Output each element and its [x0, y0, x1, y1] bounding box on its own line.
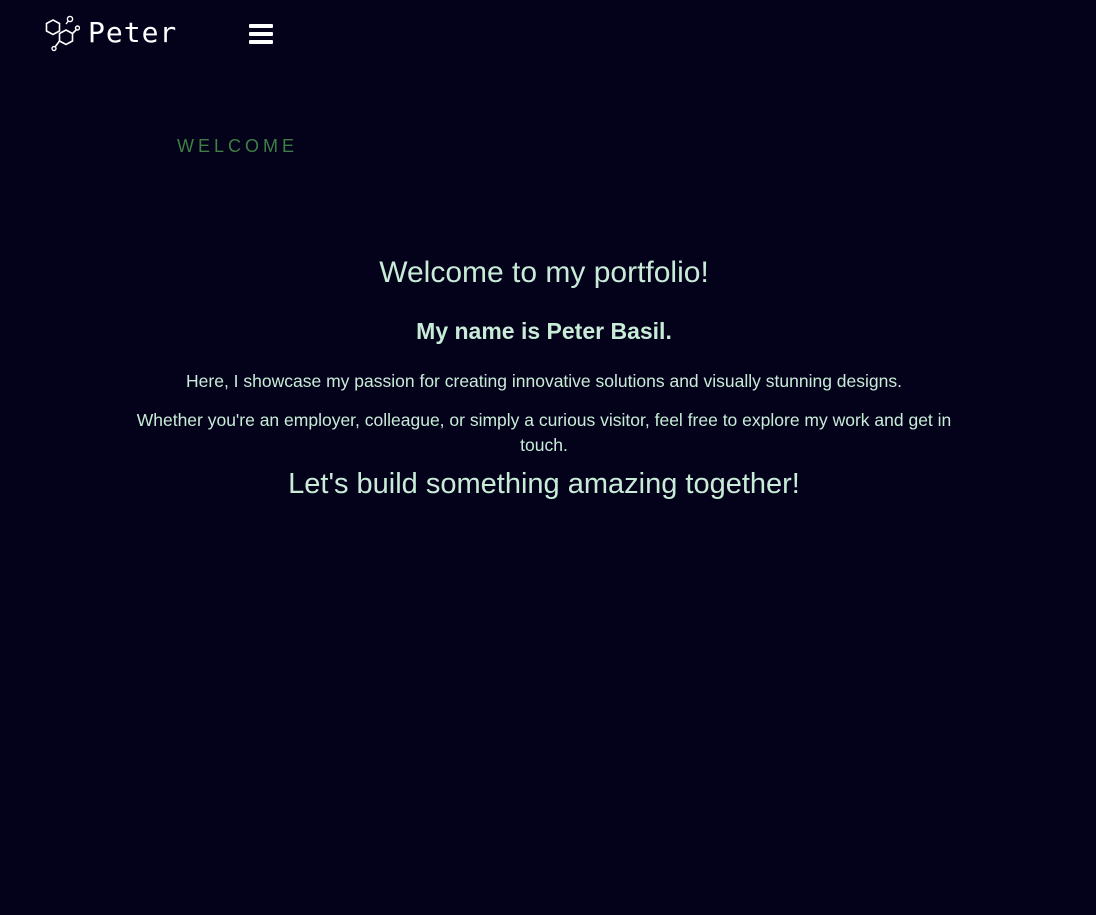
hero-section: Welcome to my portfolio! My name is Pete…: [100, 250, 988, 504]
hero-cta: Let's build something amazing together!: [288, 468, 800, 500]
hero-name: My name is Peter Basil.: [416, 318, 672, 344]
logo-link[interactable]: Peter: [44, 14, 177, 52]
logo-text: Peter: [88, 16, 178, 49]
menu-bar: [249, 40, 273, 44]
hamburger-menu-icon[interactable]: [249, 23, 273, 45]
menu-bar: [249, 32, 273, 36]
welcome-eyebrow: WELCOME: [177, 136, 299, 156]
menu-bar: [249, 24, 273, 28]
hero-title: Welcome to my portfolio!: [379, 256, 709, 289]
hero-paragraph-1: Here, I showcase my passion for creating…: [186, 371, 902, 391]
hero-paragraph-2: Whether you're an employer, colleague, o…: [136, 410, 952, 455]
site-header: Peter: [0, 0, 1096, 70]
hexagon-molecule-icon: [45, 15, 80, 52]
